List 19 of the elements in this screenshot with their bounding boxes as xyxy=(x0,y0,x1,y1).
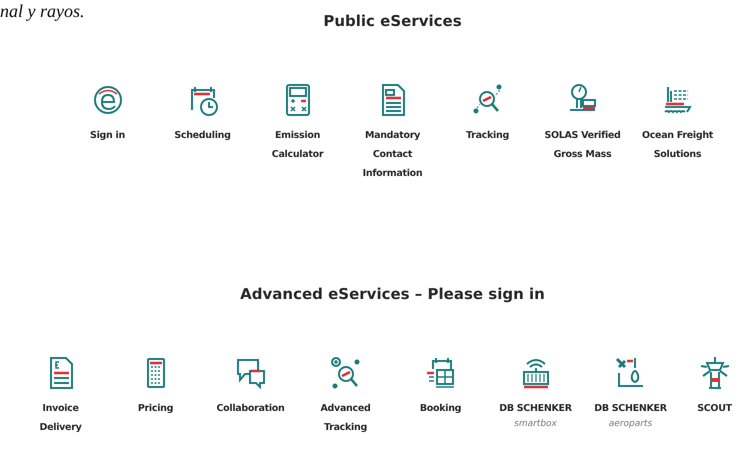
service-sublabel: smartbox xyxy=(514,418,557,430)
service-link[interactable]: Invoice Delivery xyxy=(40,399,82,437)
service-link[interactable]: SCOUT xyxy=(697,399,732,418)
service-link[interactable]: SOLAS Verified Gross Mass xyxy=(544,126,621,164)
service-sublabel: aeroparts xyxy=(608,418,652,430)
service-link[interactable]: Tracking xyxy=(466,126,509,145)
service-link[interactable]: Scheduling xyxy=(174,126,231,145)
section-heading: Advanced eServices – Please sign in xyxy=(239,284,546,305)
service-link[interactable]: Advanced Tracking xyxy=(320,399,370,437)
service-link[interactable]: Sign in xyxy=(90,126,125,145)
caption-text: nal y rayos. xyxy=(0,1,84,21)
service-link[interactable]: DB SCHENKER xyxy=(594,399,667,418)
service-link[interactable]: Mandatory Contact Information xyxy=(362,126,422,183)
service-link[interactable]: Ocean Freight Solutions xyxy=(642,126,714,164)
service-link[interactable]: Booking xyxy=(420,399,462,418)
service-link[interactable]: Pricing xyxy=(138,399,174,418)
service-link[interactable]: Emission Calculator xyxy=(272,126,324,164)
service-link[interactable]: DB SCHENKER xyxy=(499,399,572,418)
service-link[interactable]: Collaboration xyxy=(216,399,285,418)
